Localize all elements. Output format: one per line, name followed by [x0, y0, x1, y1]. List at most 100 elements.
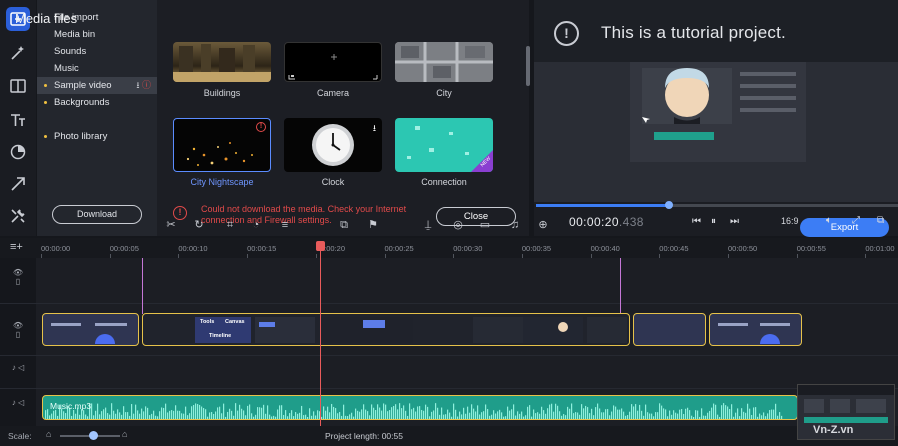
waveform-bar	[473, 408, 475, 419]
thumbnail-label-connection: Connection	[421, 177, 467, 187]
waveform-bar	[211, 411, 213, 419]
scale-slider-knob[interactable]	[89, 431, 98, 440]
effects-tool-button[interactable]	[6, 41, 30, 65]
marker-flag-icon[interactable]: ⚑	[366, 218, 380, 232]
stickers-tool-button[interactable]	[6, 140, 30, 164]
ruler-tick-label: 00:01:00	[865, 244, 895, 253]
previous-frame-icon[interactable]: ⏮	[692, 216, 701, 227]
thumbnail-city-nightscape[interactable]: !	[173, 118, 271, 172]
playback-progress-knob[interactable]	[665, 201, 673, 209]
playhead-line[interactable]	[320, 244, 321, 430]
waveform-bar	[243, 410, 245, 419]
tool-rail	[0, 0, 36, 236]
transitions-tool-button[interactable]	[6, 74, 30, 98]
video-track-header[interactable]: 👁︎ ▯	[0, 321, 36, 339]
waveform-bar	[521, 411, 523, 419]
add-track-icon[interactable]: ≡+	[10, 241, 23, 253]
video-clip[interactable]	[709, 313, 802, 346]
waveform-bar	[537, 412, 539, 419]
thumbnail-city[interactable]	[395, 42, 493, 82]
waveform-bar	[469, 412, 471, 419]
sidebar-item-media-bin[interactable]: Media bin	[37, 26, 157, 43]
overlay-track-header[interactable]: 👁︎ ▯	[0, 268, 36, 286]
waveform-bar	[691, 415, 693, 419]
playhead-handle[interactable]	[316, 241, 325, 251]
waveform-bar	[589, 413, 591, 419]
sidebar-item-music[interactable]: Music	[37, 60, 157, 77]
download-icon[interactable]: ⭳	[373, 121, 376, 137]
download-button[interactable]: Download	[52, 205, 142, 224]
waveform-bar	[683, 413, 685, 419]
zoom-in-icon[interactable]: ⌂	[122, 429, 127, 439]
waveform-bar	[141, 408, 143, 419]
eye-icon[interactable]: 👁︎	[0, 268, 36, 277]
waveform-bar	[481, 412, 483, 419]
record-voice-icon[interactable]: ⊕	[536, 218, 550, 232]
video-clip-tutorial[interactable]: Tools Canvas Timeline	[142, 313, 630, 346]
callouts-tool-button[interactable]	[6, 172, 30, 196]
waveform-bar	[389, 410, 391, 419]
waveform-bar	[105, 407, 107, 419]
caption-icon[interactable]: ▭	[478, 218, 492, 232]
eye-icon[interactable]: 👁︎	[0, 321, 36, 330]
pause-icon[interactable]: ⏸	[711, 216, 716, 227]
audio-track-header[interactable]: ♪ ◁	[0, 363, 36, 372]
sidebar-item-backgrounds[interactable]: Backgrounds	[37, 94, 157, 111]
media-scrollbar[interactable]	[526, 46, 530, 86]
waveform-bar	[279, 405, 281, 419]
sidebar-item-sounds[interactable]: Sounds	[37, 43, 157, 60]
sidebar-item-sample-video[interactable]: Sample video ⭳ ⓘ	[37, 77, 157, 94]
waveform-bar	[91, 403, 93, 419]
waveform-bar	[711, 407, 713, 419]
waveform-bar	[235, 403, 237, 419]
video-clip[interactable]	[42, 313, 139, 346]
stabilize-icon[interactable]: ⍊	[421, 218, 435, 232]
waveform-bar	[287, 416, 289, 419]
adjust-icon[interactable]: ≡	[278, 218, 292, 232]
clip-filmstrip	[255, 317, 627, 343]
tools-tool-button[interactable]	[6, 204, 30, 228]
thumbnail-connection[interactable]: NEW	[395, 118, 493, 172]
audio-icon[interactable]: ♫	[508, 218, 522, 232]
close-error-button[interactable]: Close	[436, 207, 516, 226]
highlight-icon[interactable]: ◎	[451, 218, 465, 232]
lock-icon[interactable]: ▯	[0, 330, 36, 339]
speed-icon[interactable]: ◔	[249, 218, 263, 232]
timeline-marker[interactable]	[620, 258, 621, 314]
thumbnail-clock[interactable]: ⭳	[284, 118, 382, 172]
rotate-icon[interactable]: ↻	[192, 218, 206, 232]
volume-icon[interactable]: 🔈︎	[826, 215, 832, 226]
video-clip[interactable]	[633, 313, 706, 346]
waveform-bar	[299, 412, 301, 419]
waveform-bar	[375, 410, 377, 419]
magic-wand-icon	[11, 46, 24, 60]
waveform-bar	[503, 416, 505, 419]
titles-tool-button[interactable]	[6, 108, 30, 132]
export-button[interactable]: Export	[800, 218, 889, 237]
thumbnail-buildings[interactable]	[173, 42, 271, 82]
music-note-icon: ♪ ◁	[11, 398, 25, 407]
crop-icon[interactable]: ⌗	[223, 218, 237, 232]
waveform-bar	[407, 415, 409, 419]
waveform-bar	[597, 403, 599, 419]
lock-icon[interactable]: ▯	[0, 277, 36, 286]
waveform-bar	[297, 413, 299, 419]
music-clip[interactable]	[42, 395, 798, 420]
waveform-bar	[321, 416, 323, 419]
fullscreen-icon[interactable]: ⤢	[852, 215, 860, 226]
waveform-bar	[207, 416, 209, 419]
timeline-marker[interactable]	[142, 258, 143, 314]
track-separator	[0, 388, 898, 389]
overlay-icon[interactable]: ⧉	[337, 218, 351, 232]
music-track-header[interactable]: ♪ ◁	[0, 398, 36, 407]
waveform-bar	[467, 406, 469, 419]
waveform-bar	[333, 406, 335, 419]
waveform-bar	[413, 407, 415, 419]
cut-icon[interactable]: ✂	[164, 218, 178, 232]
thumbnail-camera[interactable]	[284, 42, 382, 82]
detach-preview-icon[interactable]: ⧉	[877, 215, 884, 226]
waveform-bar	[641, 410, 643, 419]
sidebar-item-photo-library[interactable]: Photo library	[37, 128, 157, 145]
zoom-out-icon[interactable]: ⌂	[46, 429, 51, 439]
next-frame-icon[interactable]: ⏭	[730, 216, 739, 227]
